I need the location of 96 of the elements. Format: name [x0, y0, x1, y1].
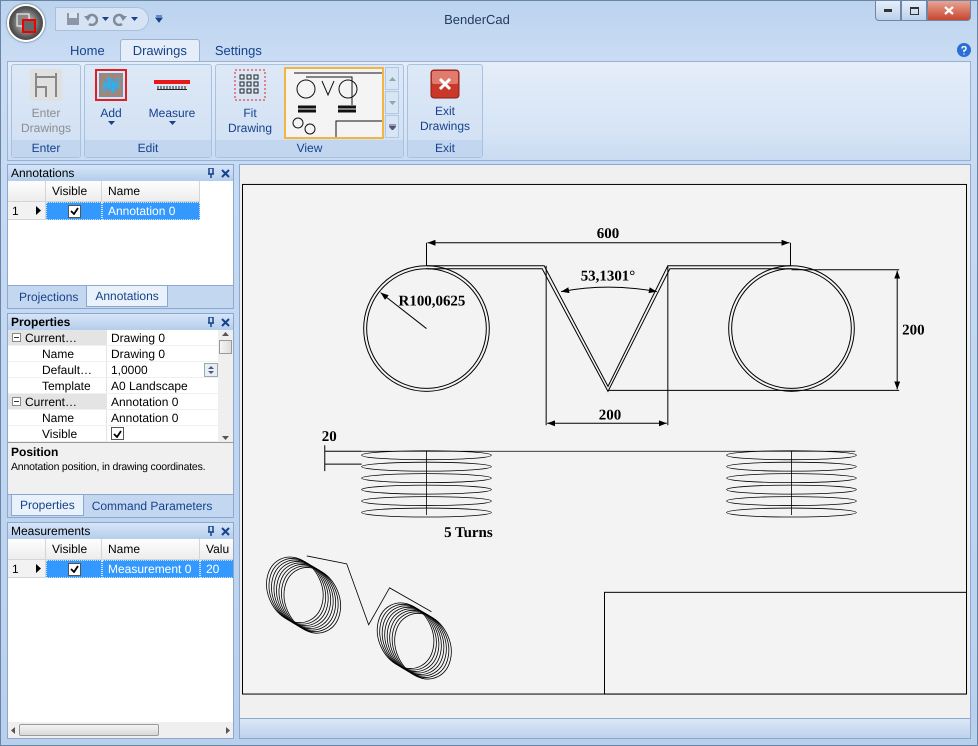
scrollbar[interactable] [8, 722, 233, 738]
pin-icon[interactable] [207, 526, 215, 536]
dimension-label: 20 [322, 429, 337, 446]
pane-title: Properties [11, 315, 72, 329]
dimension-label: 200 [902, 322, 925, 339]
minimize-icon [884, 9, 892, 12]
property-category[interactable]: Current… [8, 394, 106, 409]
ribbon-button[interactable]: Fit Drawing [220, 67, 280, 138]
category-label: Current… [25, 330, 78, 344]
ribbon-button[interactable]: Measure [137, 67, 207, 127]
check-icon [113, 430, 122, 438]
gallery-more-button[interactable] [385, 115, 399, 138]
current-row-icon [36, 564, 41, 573]
pane-title: Measurements [11, 524, 92, 538]
group-label: Edit [85, 140, 211, 157]
description-text: Annotation position, in drawing coordinates. [11, 461, 206, 473]
row-header[interactable]: 1 [8, 202, 46, 220]
scroll-thumb[interactable] [219, 340, 232, 354]
customize-icon[interactable] [155, 15, 163, 23]
maximize-button[interactable] [901, 1, 927, 21]
table-cell: Measurement 0 [102, 560, 200, 578]
app-logo[interactable] [7, 4, 45, 42]
pane-tab[interactable]: Projections [11, 286, 86, 307]
ribbon-tab[interactable]: Drawings [120, 39, 200, 61]
dimension-label: R100,0625 [398, 294, 466, 310]
check-icon [70, 207, 78, 215]
group-label: View [216, 140, 403, 157]
down-arrow-icon [388, 100, 396, 104]
caret-icon [102, 17, 109, 21]
dimension-icon [30, 69, 62, 101]
checkbox[interactable] [68, 562, 80, 576]
pin-icon[interactable] [207, 317, 215, 327]
undo-icon[interactable] [84, 12, 98, 26]
close-icon[interactable] [221, 526, 230, 536]
column-header[interactable]: Valu [200, 539, 233, 560]
checkbox[interactable] [68, 204, 80, 218]
close-button[interactable] [927, 1, 971, 21]
spin-button[interactable] [204, 362, 218, 376]
column-header[interactable]: Visible [46, 539, 102, 560]
add-drawing-icon [95, 69, 127, 101]
ribbon-button[interactable]: Add [89, 67, 133, 127]
pane-tab[interactable]: Command Parameters [84, 495, 220, 516]
group-label: Exit [408, 140, 482, 157]
up-arrow-icon [388, 76, 396, 80]
fit-drawing-icon [234, 69, 266, 101]
current-row-icon [36, 206, 41, 215]
checkbox[interactable] [111, 427, 124, 440]
header-cell [8, 539, 46, 560]
scroll-thumb[interactable] [19, 724, 159, 736]
description-title: Position [11, 445, 60, 459]
pin-icon[interactable] [207, 168, 215, 178]
dimension-label: 200 [598, 407, 622, 424]
close-icon[interactable] [221, 168, 230, 178]
property-category[interactable]: Current… [8, 330, 106, 345]
row-number: 1 [12, 562, 19, 576]
right-arrow-icon [226, 726, 230, 734]
window-title: BenderCad [443, 12, 511, 26]
pane-title: Annotations [11, 166, 76, 180]
dimension-label: 600 [596, 226, 620, 242]
category-label: Current… [25, 394, 78, 408]
pane-tab[interactable]: Properties [11, 495, 84, 516]
close-icon [944, 6, 954, 15]
scrollbar[interactable] [218, 330, 233, 442]
close-icon [430, 69, 460, 99]
down-arrow-icon [222, 436, 229, 440]
row-number: 1 [12, 204, 19, 218]
table-cell: Annotation 0 [102, 202, 200, 220]
property-value: 1,0000 [111, 362, 149, 376]
dimension-line [324, 444, 362, 472]
column-header[interactable]: Name [102, 539, 200, 560]
caret-icon [131, 17, 138, 21]
header-cell [8, 181, 46, 202]
maximize-icon [910, 6, 918, 14]
dimension-label: 5 Turns [444, 524, 493, 541]
dimension-label: 53,1301° [580, 268, 636, 285]
expand-icon [388, 124, 396, 130]
close-icon[interactable] [221, 318, 230, 326]
group-label: Enter [12, 140, 80, 157]
row-header[interactable]: 1 [8, 560, 46, 578]
logo-icon [15, 12, 37, 34]
collapse-icon[interactable] [12, 397, 21, 406]
collapse-icon[interactable] [12, 333, 21, 342]
check-icon [70, 565, 78, 573]
ribbon-button[interactable]: Exit Drawings [412, 67, 478, 136]
ruler-icon [154, 80, 190, 90]
table-cell: 20 [200, 560, 233, 578]
help-icon[interactable] [957, 43, 971, 57]
pane-tab[interactable]: Annotations [86, 286, 168, 307]
redo-icon[interactable] [113, 12, 127, 26]
column-header[interactable]: Name [102, 181, 200, 202]
ribbon-tab[interactable]: Home [57, 39, 118, 61]
column-header[interactable]: Visible [46, 181, 102, 202]
minimize-button[interactable] [875, 1, 901, 21]
ribbon-tab[interactable]: Settings [202, 39, 275, 61]
left-arrow-icon [11, 726, 15, 734]
up-arrow-icon [222, 332, 229, 336]
